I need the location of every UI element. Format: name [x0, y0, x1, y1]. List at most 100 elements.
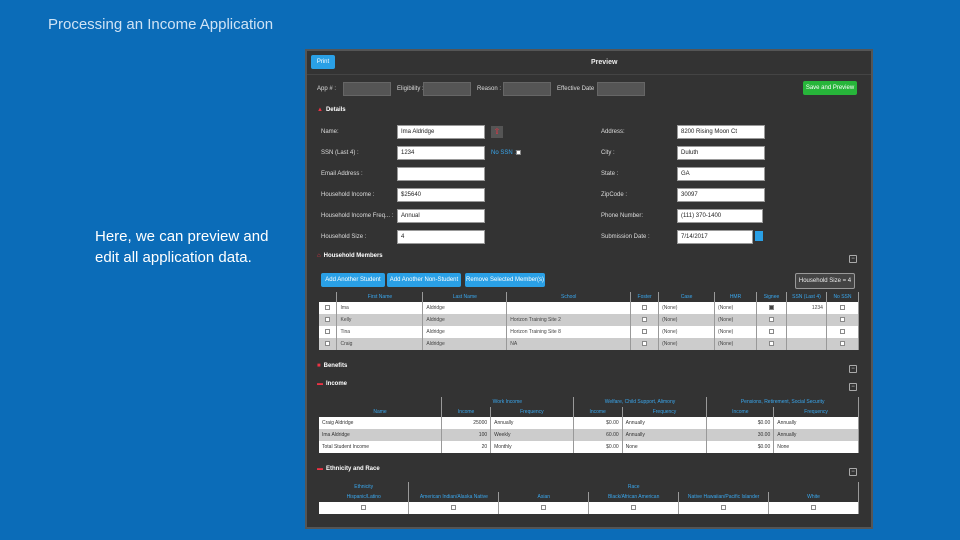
table-row[interactable]: Craig Aldridge 25000 Annually $0.00 Annu…: [319, 417, 859, 429]
school-cell: Horizon Training Site 2: [506, 314, 632, 326]
column-header: Native Hawaiian/Pacific Islander: [678, 492, 770, 502]
submission-date-input[interactable]: 7/14/2017: [677, 230, 753, 244]
collapse-icon[interactable]: −: [849, 468, 857, 476]
hispanic-checkbox[interactable]: [361, 505, 367, 511]
add-non-student-button[interactable]: Add Another Non-Student: [387, 273, 461, 287]
foster-checkbox[interactable]: [642, 317, 648, 323]
app-number-input[interactable]: [343, 82, 391, 96]
american-indian-checkbox[interactable]: [451, 505, 457, 511]
last-name-cell: Aldridge: [422, 338, 508, 350]
ssn-label: SSN (Last 4) :: [321, 150, 359, 156]
table-row[interactable]: [319, 502, 859, 514]
last-name-cell: Aldridge: [422, 302, 508, 314]
no-ssn-row-checkbox[interactable]: [839, 329, 845, 335]
no-ssn-row-checkbox[interactable]: [839, 341, 845, 347]
column-header: Black/African American: [588, 492, 680, 502]
name-cell: Ima Aldridge: [319, 429, 443, 441]
select-checkbox[interactable]: [325, 317, 331, 323]
income-cell: 60.00: [573, 429, 623, 441]
household-size-input[interactable]: 4: [397, 230, 485, 244]
select-checkbox[interactable]: [325, 341, 331, 347]
eligibility-label: Eligibility :: [397, 86, 424, 92]
case-cell: (None): [658, 338, 716, 350]
app-number-label: App # :: [317, 86, 337, 92]
group-header: Pensions, Retirement, Social Security: [706, 397, 859, 407]
foster-checkbox[interactable]: [642, 329, 648, 335]
signee-checkbox[interactable]: [768, 329, 774, 335]
print-button[interactable]: Print: [311, 55, 335, 69]
zipcode-label: ZipCode :: [601, 192, 628, 198]
signee-checkbox[interactable]: [768, 341, 774, 347]
white-checkbox[interactable]: [811, 505, 817, 511]
home-icon: ⌂: [317, 253, 321, 259]
ssn-input[interactable]: 1234: [397, 146, 485, 160]
last-name-cell: Aldridge: [422, 326, 508, 338]
hmr-cell: (None): [714, 302, 757, 314]
table-row[interactable]: Ima Aldridge 100 Weekly 60.00 Annually 3…: [319, 429, 859, 441]
name-input[interactable]: Ima Aldridge: [397, 125, 485, 139]
name-cell: Craig Aldridge: [319, 417, 443, 429]
income-cell: $0.00: [706, 441, 775, 453]
select-checkbox[interactable]: [325, 305, 331, 311]
reason-input[interactable]: [503, 82, 551, 96]
phone-input[interactable]: (111) 370-1400: [677, 209, 763, 223]
column-header: HMR: [714, 292, 757, 302]
column-header: Frequency: [773, 407, 859, 417]
table-row[interactable]: Total Student Income 20 Monthly $0.00 No…: [319, 441, 859, 453]
no-ssn-checkbox[interactable]: [516, 150, 521, 155]
first-name-cell: Craig: [336, 338, 424, 350]
column-header: Income: [706, 407, 775, 417]
asian-checkbox[interactable]: [541, 505, 547, 511]
no-ssn-row-checkbox[interactable]: [839, 317, 845, 323]
table-row[interactable]: Craig Aldridge NA (None) (None): [319, 338, 860, 350]
edit-name-icon[interactable]: ⇧: [491, 126, 503, 138]
case-cell: (None): [658, 302, 716, 314]
collapse-icon[interactable]: −: [849, 255, 857, 263]
collapse-icon[interactable]: −: [849, 365, 857, 373]
state-input[interactable]: GA: [677, 167, 765, 181]
table-row[interactable]: Ima Aldridge (None) (None) 1234: [319, 302, 860, 314]
save-and-preview-button[interactable]: Save and Preview: [803, 81, 857, 95]
address-input[interactable]: 8200 Rising Moon Ct: [677, 125, 765, 139]
collapse-icon[interactable]: −: [849, 383, 857, 391]
table-row[interactable]: Kelly Aldridge Horizon Training Site 2 (…: [319, 314, 860, 326]
select-checkbox[interactable]: [325, 329, 331, 335]
hmr-cell: (None): [714, 314, 757, 326]
details-title: Details: [325, 107, 346, 113]
add-student-button[interactable]: Add Another Student: [321, 273, 385, 287]
income-frequency-select[interactable]: Annual: [397, 209, 485, 223]
email-label: Email Address :: [321, 171, 363, 177]
email-input[interactable]: [397, 167, 485, 181]
column-header: Income: [441, 407, 492, 417]
frequency-cell: Annually: [622, 429, 708, 441]
income-title: Income: [326, 381, 348, 387]
no-ssn-row-checkbox[interactable]: [839, 305, 845, 311]
effective-date-input[interactable]: [597, 82, 645, 96]
ssn-cell: [786, 314, 827, 326]
income-cell: 25000: [441, 417, 492, 429]
ssn-cell: 1234: [786, 302, 827, 314]
signee-checkbox[interactable]: [768, 317, 774, 323]
income-cell: $0.00: [573, 441, 623, 453]
city-input[interactable]: Duluth: [677, 146, 765, 160]
signee-checkbox[interactable]: [768, 305, 774, 311]
group-header: Work Income: [441, 397, 574, 407]
foster-checkbox[interactable]: [642, 341, 648, 347]
income-cell: 20: [441, 441, 492, 453]
hmr-cell: (None): [714, 338, 757, 350]
remove-members-button[interactable]: Remove Selected Member(s): [465, 273, 545, 287]
school-cell: Horizon Training Site 8: [506, 326, 632, 338]
pacific-islander-checkbox[interactable]: [721, 505, 727, 511]
household-income-input[interactable]: $25640: [397, 188, 485, 202]
frequency-cell: Monthly: [490, 441, 574, 453]
black-checkbox[interactable]: [631, 505, 637, 511]
zipcode-input[interactable]: 30097: [677, 188, 765, 202]
address-label: Address:: [601, 129, 625, 135]
table-row[interactable]: Tina Aldridge Horizon Training Site 8 (N…: [319, 326, 860, 338]
household-size-label: Household Size :: [321, 234, 367, 240]
eligibility-input[interactable]: [423, 82, 471, 96]
foster-checkbox[interactable]: [642, 305, 648, 311]
calendar-icon[interactable]: [755, 231, 763, 241]
column-header: School: [506, 292, 632, 302]
income-cell: $0.00: [706, 417, 775, 429]
